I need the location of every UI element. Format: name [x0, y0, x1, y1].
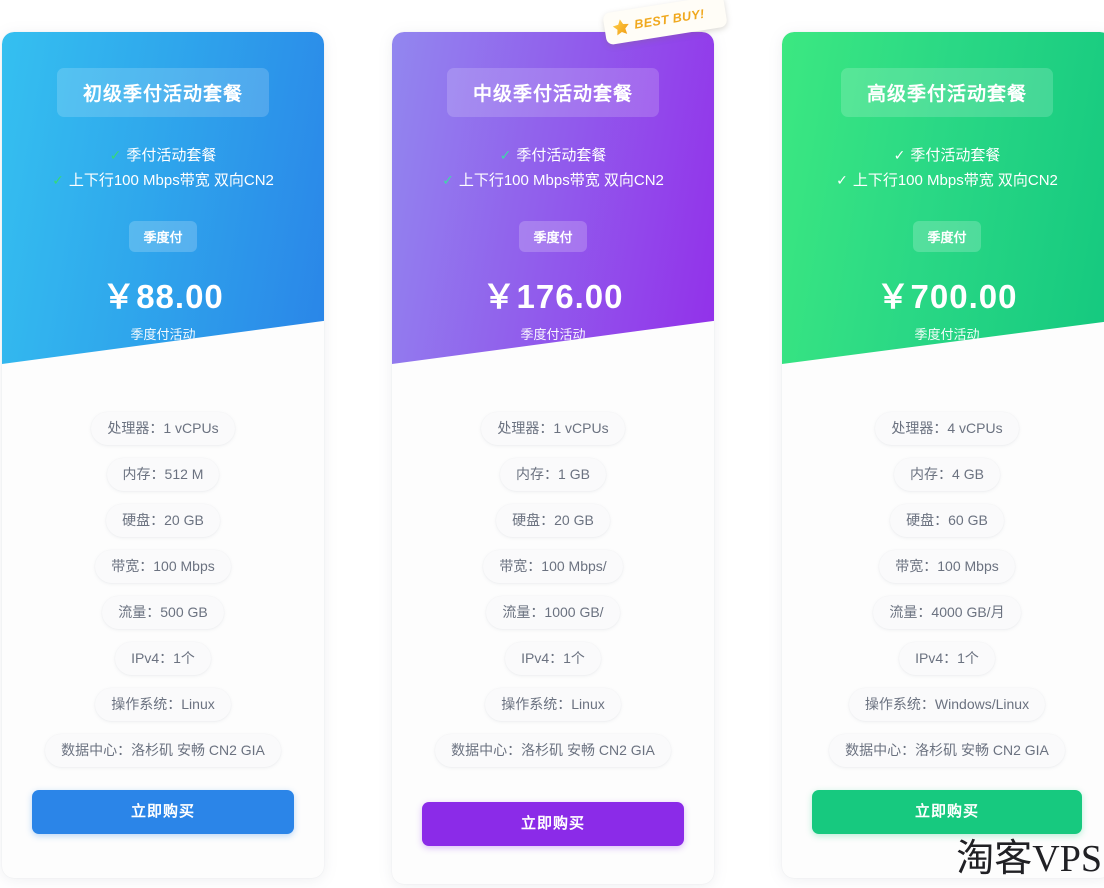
plan-feature-list: ✓ 季付活动套餐 ✓ 上下行100 Mbps带宽 双向CN2	[782, 143, 1104, 193]
check-icon: ✓	[836, 172, 848, 188]
site-watermark: 淘客VPS	[956, 838, 1102, 880]
best-buy-label: BEST BUY!	[633, 6, 706, 32]
pricing-card-premium[interactable]: 高级季付活动套餐 ✓ 季付活动套餐 ✓ 上下行100 Mbps带宽 双向CN2 季度…	[782, 32, 1104, 878]
billing-term-badge: 季度付	[519, 221, 587, 252]
billing-term-badge: 季度付	[913, 221, 981, 252]
plan-price-note: 季度付活动	[130, 327, 196, 342]
pricing-plans-stage: 初级季付活动套餐 ✓ 季付活动套餐 ✓ 上下行100 Mbps带宽 双向CN2 季度…	[0, 0, 1104, 888]
pricing-card-standard[interactable]: 中级季付活动套餐 ✓ 季付活动套餐 ✓ 上下行100 Mbps带宽 双向CN2 季度…	[392, 32, 714, 884]
check-icon: ✓	[893, 147, 906, 163]
billing-term-badge: 季度付	[129, 221, 197, 252]
plan-price: ￥88.00	[102, 278, 224, 315]
plan-price: ￥176.00	[482, 278, 624, 315]
plan-feature-row: ✓ 上下行100 Mbps带宽 双向CN2	[2, 168, 324, 193]
plan-price: ￥700.00	[876, 278, 1018, 315]
spec-item-datacenter: 数据中心：洛杉矶 安畅 CN2 GIA	[45, 734, 281, 767]
spec-item-datacenter: 数据中心：洛杉矶 安畅 CN2 GIA	[829, 734, 1065, 767]
plan-feature-list: ✓ 季付活动套餐 ✓ 上下行100 Mbps带宽 双向CN2	[392, 143, 714, 193]
plan-feature-text: 季付活动套餐	[516, 147, 607, 164]
spec-item-disk: 硬盘：20 GB	[496, 504, 610, 537]
spec-list: 处理器：1 vCPUs 内存：512 M 硬盘：20 GB 带宽：100 Mbp…	[2, 412, 324, 780]
plan-feature-row: ✓ 季付活动套餐	[2, 143, 324, 168]
check-icon: ✓	[109, 147, 122, 163]
spec-item-traffic: 流量：4000 GB/月	[873, 596, 1021, 629]
spec-item-bandwidth: 带宽：100 Mbps	[879, 550, 1015, 583]
plan-title: 中级季付活动套餐	[446, 68, 659, 117]
spec-item-cpu: 处理器：4 vCPUs	[875, 412, 1019, 445]
spec-item-os: 操作系统：Linux	[95, 688, 231, 721]
plan-price-note: 季度付活动	[914, 327, 980, 342]
pricing-card-basic[interactable]: 初级季付活动套餐 ✓ 季付活动套餐 ✓ 上下行100 Mbps带宽 双向CN2 季度…	[2, 32, 324, 878]
plan-feature-row: ✓ 上下行100 Mbps带宽 双向CN2	[392, 168, 714, 193]
card-header-basic: 初级季付活动套餐 ✓ 季付活动套餐 ✓ 上下行100 Mbps带宽 双向CN2 季度…	[2, 32, 324, 364]
spec-item-ipv4: IPv4：1个	[899, 642, 995, 675]
spec-item-os: 操作系统：Windows/Linux	[848, 688, 1046, 721]
plan-feature-text: 季付活动套餐	[910, 147, 1001, 164]
buy-now-button-basic[interactable]: 立即购买	[32, 790, 294, 834]
spec-item-datacenter: 数据中心：洛杉矶 安畅 CN2 GIA	[435, 734, 671, 767]
spec-item-cpu: 处理器：1 vCPUs	[481, 412, 625, 445]
plan-title: 初级季付活动套餐	[56, 68, 269, 117]
spec-item-memory: 内存：4 GB	[894, 458, 1000, 491]
plan-title: 高级季付活动套餐	[840, 68, 1053, 117]
spec-item-traffic: 流量：500 GB	[102, 596, 224, 629]
plan-feature-text: 上下行100 Mbps带宽 双向CN2	[68, 172, 274, 189]
spec-list: 处理器：4 vCPUs 内存：4 GB 硬盘：60 GB 带宽：100 Mbps…	[782, 412, 1104, 780]
spec-item-os: 操作系统：Linux	[485, 688, 621, 721]
spec-item-disk: 硬盘：20 GB	[106, 504, 220, 537]
plan-feature-row: ✓ 季付活动套餐	[782, 143, 1104, 168]
card-header-premium: 高级季付活动套餐 ✓ 季付活动套餐 ✓ 上下行100 Mbps带宽 双向CN2 季度…	[782, 32, 1104, 364]
spec-item-bandwidth: 带宽：100 Mbps	[95, 550, 231, 583]
check-icon: ✓	[499, 147, 512, 163]
spec-item-ipv4: IPv4：1个	[505, 642, 601, 675]
check-icon: ✓	[52, 172, 64, 188]
plan-feature-text: 上下行100 Mbps带宽 双向CN2	[852, 172, 1058, 189]
card-header-standard: 中级季付活动套餐 ✓ 季付活动套餐 ✓ 上下行100 Mbps带宽 双向CN2 季度…	[392, 32, 714, 364]
plan-feature-list: ✓ 季付活动套餐 ✓ 上下行100 Mbps带宽 双向CN2	[2, 143, 324, 193]
spec-item-bandwidth: 带宽：100 Mbps/	[483, 550, 623, 583]
spec-list: 处理器：1 vCPUs 内存：1 GB 硬盘：20 GB 带宽：100 Mbps…	[392, 412, 714, 780]
spec-item-traffic: 流量：1000 GB/	[486, 596, 620, 629]
spec-item-cpu: 处理器：1 vCPUs	[91, 412, 235, 445]
spec-item-memory: 内存：512 M	[106, 458, 220, 491]
check-icon: ✓	[442, 172, 454, 188]
spec-item-disk: 硬盘：60 GB	[890, 504, 1004, 537]
spec-item-ipv4: IPv4：1个	[115, 642, 211, 675]
plan-feature-text: 上下行100 Mbps带宽 双向CN2	[458, 172, 664, 189]
plan-feature-row: ✓ 上下行100 Mbps带宽 双向CN2	[782, 168, 1104, 193]
plan-feature-text: 季付活动套餐	[126, 147, 217, 164]
star-icon	[612, 18, 629, 35]
buy-now-button-standard[interactable]: 立即购买	[422, 802, 684, 846]
plan-price-note: 季度付活动	[520, 327, 586, 342]
plan-feature-row: ✓ 季付活动套餐	[392, 143, 714, 168]
spec-item-memory: 内存：1 GB	[500, 458, 606, 491]
